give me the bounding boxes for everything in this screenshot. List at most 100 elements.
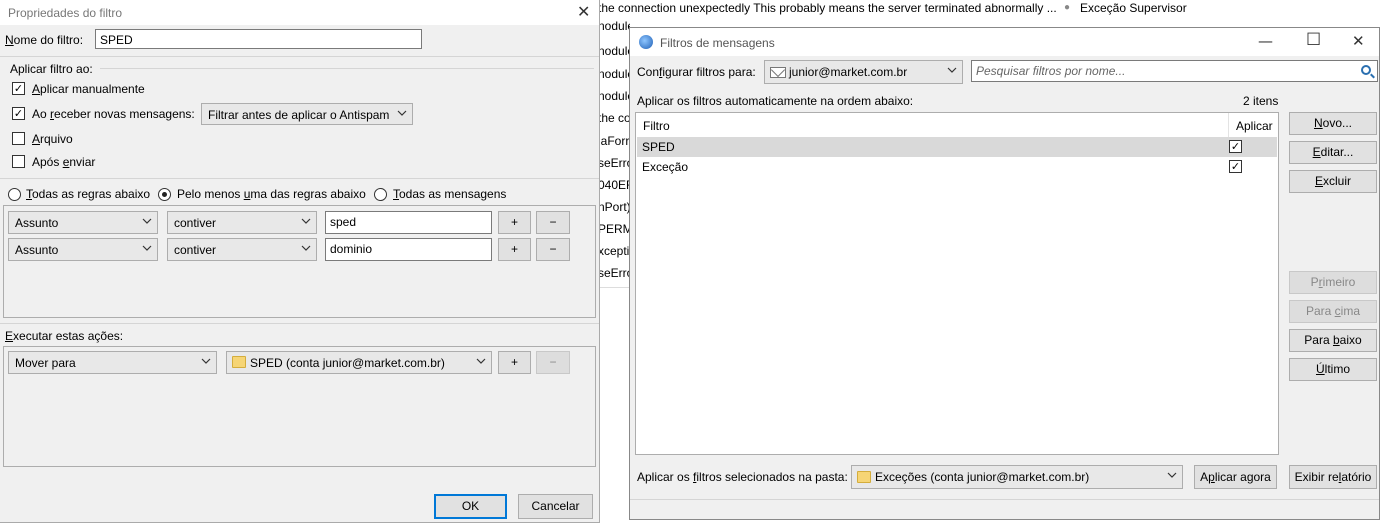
new-filter-button[interactable]: Novo... bbox=[1289, 112, 1377, 135]
divider bbox=[0, 323, 599, 324]
after-send-checkbox[interactable] bbox=[12, 155, 25, 168]
filter-enabled-checkbox[interactable]: ✓ bbox=[1229, 160, 1242, 173]
separator-dot: ● bbox=[1064, 2, 1071, 13]
filter-row[interactable]: SPED ✓ bbox=[637, 137, 1277, 157]
filter-count: 2 itens bbox=[1243, 94, 1279, 108]
actions-label: Executar estas ações: bbox=[5, 329, 124, 343]
background-divider bbox=[598, 287, 630, 288]
background-log-line: the connection unexpectedly This probabl… bbox=[598, 1, 1057, 15]
remove-rule-button[interactable]: − bbox=[536, 211, 570, 234]
run-filters-label: Aplicar os filtros selecionados na pasta… bbox=[637, 470, 848, 484]
filter-search-input[interactable]: Pesquisar filtros por nome... bbox=[971, 60, 1378, 82]
thunderbird-icon bbox=[639, 35, 653, 49]
rule-operator-value: contiver bbox=[174, 243, 217, 257]
divider bbox=[0, 178, 599, 179]
chevron-down-icon bbox=[301, 245, 311, 251]
match-any-label: Pelo menos uma das regras abaixo bbox=[177, 187, 366, 201]
chevron-down-icon bbox=[1167, 472, 1177, 478]
edit-filter-button[interactable]: Editar... bbox=[1289, 141, 1377, 164]
background-fragment: nPort) bbox=[598, 200, 630, 214]
rule-value-input[interactable]: sped bbox=[325, 211, 492, 234]
move-last-button[interactable]: Último bbox=[1289, 358, 1377, 381]
column-header-apply[interactable]: Aplicar bbox=[1236, 119, 1273, 133]
on-new-messages-label: Ao receber novas mensagens: bbox=[32, 107, 195, 121]
background-fragment: seErro bbox=[598, 156, 630, 170]
close-icon[interactable]: ✕ bbox=[577, 2, 590, 21]
remove-action-button[interactable]: − bbox=[536, 351, 570, 374]
apply-manually-checkbox[interactable]: ✓ bbox=[12, 82, 25, 95]
account-label: Configurar filtros para: bbox=[637, 65, 756, 79]
filter-row-name: SPED bbox=[642, 140, 675, 154]
cancel-button[interactable]: Cancelar bbox=[518, 494, 593, 519]
rule-operator-select[interactable]: contiver bbox=[167, 238, 317, 261]
match-any-radio[interactable] bbox=[158, 188, 171, 201]
background-fragment: nodule bbox=[598, 89, 630, 103]
account-value: junior@market.com.br bbox=[789, 65, 908, 79]
filters-list[interactable]: Filtro Aplicar SPED ✓ Exceção ✓ bbox=[635, 112, 1279, 455]
archive-label: Arquivo bbox=[32, 132, 73, 146]
mail-icon bbox=[770, 67, 786, 78]
on-new-messages-checkbox[interactable]: ✓ bbox=[12, 107, 25, 120]
run-folder-value: Exceções (conta junior@market.com.br) bbox=[875, 470, 1090, 484]
target-folder-select[interactable]: SPED (conta junior@market.com.br) bbox=[226, 351, 492, 374]
filter-timing-value: Filtrar antes de aplicar o Antispam bbox=[208, 108, 390, 122]
run-now-button[interactable]: Aplicar agora bbox=[1194, 465, 1277, 489]
match-every-label: Todas as mensagens bbox=[393, 187, 507, 201]
add-rule-button[interactable]: + bbox=[498, 238, 531, 261]
column-divider bbox=[1228, 113, 1229, 137]
move-down-button[interactable]: Para baixo bbox=[1289, 329, 1377, 352]
match-all-radio[interactable] bbox=[8, 188, 21, 201]
filter-row[interactable]: Exceção ✓ bbox=[637, 157, 1277, 177]
filter-order-label: Aplicar os filtros automaticamente na or… bbox=[637, 94, 914, 108]
after-send-label: Após enviar bbox=[32, 155, 96, 169]
column-header-filter[interactable]: Filtro bbox=[643, 119, 670, 133]
folder-icon bbox=[857, 471, 871, 483]
match-all-label: Todas as regras abaixo bbox=[26, 187, 151, 201]
action-type-value: Mover para bbox=[15, 356, 76, 370]
status-divider bbox=[630, 499, 1379, 500]
divider bbox=[0, 56, 599, 57]
window-titlebar: Filtros de mensagens — ☐ ✕ bbox=[630, 28, 1379, 56]
apply-filter-group-label: Aplicar filtro ao: bbox=[10, 62, 93, 76]
rule-field-select[interactable]: Assunto bbox=[8, 211, 158, 234]
apply-manually-label: Aplicar manualmente bbox=[32, 82, 145, 96]
add-rule-button[interactable]: + bbox=[498, 211, 531, 234]
remove-rule-button[interactable]: − bbox=[536, 238, 570, 261]
target-folder-value: SPED (conta junior@market.com.br) bbox=[250, 356, 445, 370]
background-fragment: xcepti bbox=[598, 244, 630, 258]
background-fragment: jaForr bbox=[598, 134, 630, 148]
close-icon[interactable]: ✕ bbox=[1352, 32, 1365, 50]
rule-field-value: Assunto bbox=[15, 216, 59, 230]
add-action-button[interactable]: + bbox=[498, 351, 531, 374]
account-select[interactable]: junior@market.com.br bbox=[764, 60, 963, 84]
chevron-down-icon bbox=[301, 218, 311, 224]
background-fragment: nodule bbox=[598, 19, 630, 33]
rule-value-input[interactable]: dominio bbox=[325, 238, 492, 261]
rule-field-select[interactable]: Assunto bbox=[8, 238, 158, 261]
chevron-down-icon bbox=[142, 245, 152, 251]
chevron-down-icon bbox=[142, 218, 152, 224]
group-line bbox=[100, 68, 594, 69]
maximize-icon[interactable]: ☐ bbox=[1306, 30, 1321, 50]
background-fragment: the co bbox=[598, 111, 630, 125]
chevron-down-icon bbox=[476, 358, 486, 364]
background-fragment: 040EF( bbox=[598, 178, 630, 192]
match-every-radio[interactable] bbox=[374, 188, 387, 201]
rule-operator-select[interactable]: contiver bbox=[167, 211, 317, 234]
search-icon[interactable] bbox=[1361, 65, 1371, 75]
ok-button[interactable]: OK bbox=[434, 494, 507, 519]
delete-filter-button[interactable]: Excluir bbox=[1289, 170, 1377, 193]
show-log-button[interactable]: Exibir relatório bbox=[1289, 465, 1377, 489]
filter-enabled-checkbox[interactable]: ✓ bbox=[1229, 140, 1242, 153]
filter-name-input[interactable]: SPED bbox=[95, 29, 422, 49]
filter-row-name: Exceção bbox=[642, 160, 689, 174]
action-type-select[interactable]: Mover para bbox=[8, 351, 217, 374]
filter-timing-select[interactable]: Filtrar antes de aplicar o Antispam bbox=[201, 103, 413, 125]
move-first-button[interactable]: Primeiro bbox=[1289, 271, 1377, 294]
archive-checkbox[interactable] bbox=[12, 132, 25, 145]
move-up-button[interactable]: Para cima bbox=[1289, 300, 1377, 323]
rule-operator-value: contiver bbox=[174, 216, 217, 230]
background-fragment: seErro bbox=[598, 266, 630, 280]
minimize-icon[interactable]: — bbox=[1258, 32, 1273, 50]
run-folder-select[interactable]: Exceções (conta junior@market.com.br) bbox=[851, 465, 1183, 489]
